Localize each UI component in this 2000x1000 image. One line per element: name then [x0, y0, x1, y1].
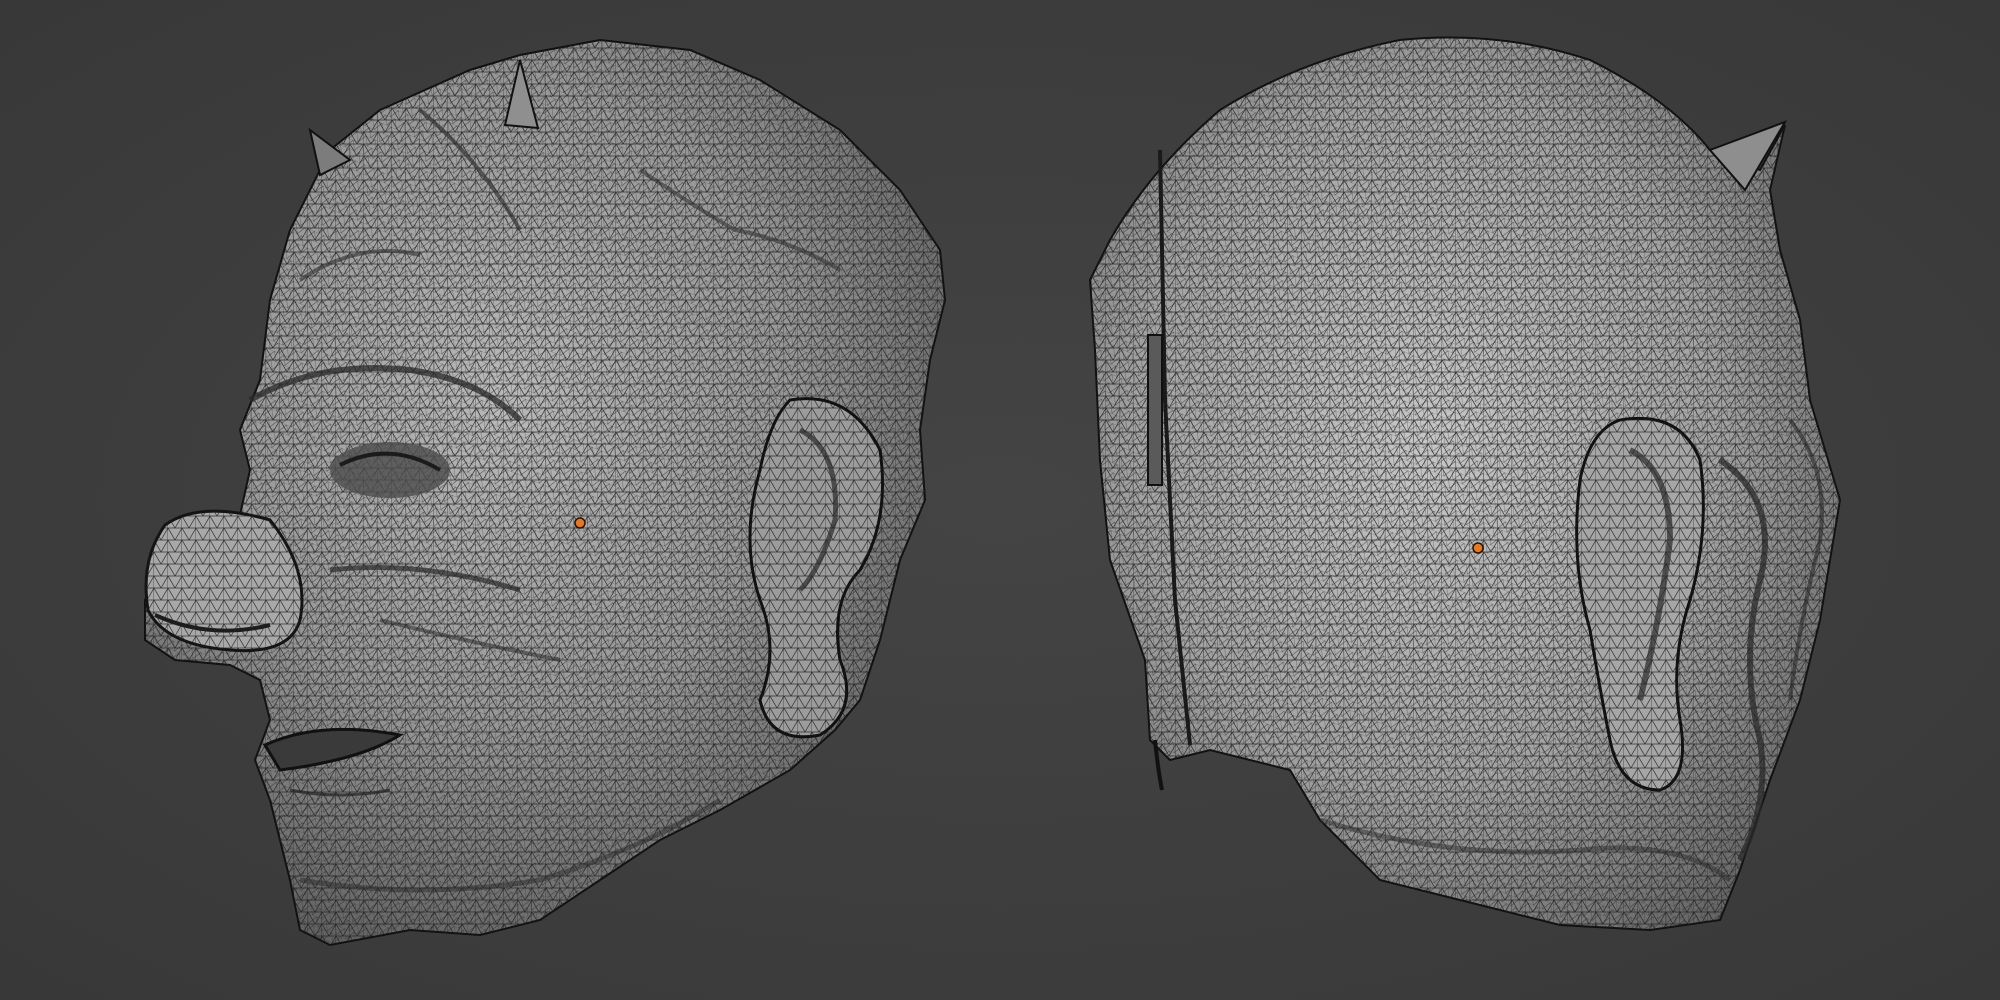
3d-viewport[interactable] [0, 0, 2000, 1000]
object-origin-marker[interactable] [1472, 542, 1484, 554]
head-mesh-rear-view[interactable] [1088, 36, 1842, 932]
head-mesh-side-view[interactable] [144, 38, 947, 947]
object-origin-marker[interactable] [574, 517, 586, 529]
viewport-canvas [144, 36, 1842, 947]
eye-socket [330, 442, 450, 498]
